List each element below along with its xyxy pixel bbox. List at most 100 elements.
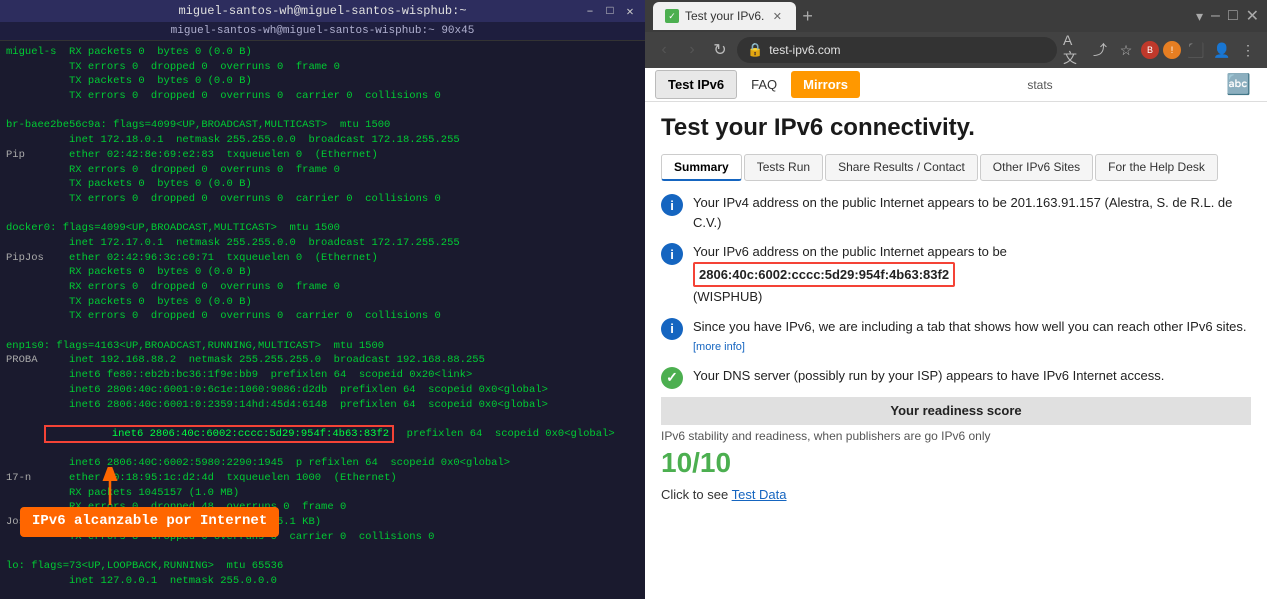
extensions-icon[interactable]: ⬛ bbox=[1185, 39, 1207, 61]
readiness-bar: Your readiness score bbox=[661, 397, 1251, 425]
terminal-line: RX packets 0 bytes 0 (0.0 B) bbox=[6, 265, 639, 280]
address-bar[interactable]: 🔒 test-ipv6.com bbox=[737, 37, 1057, 63]
ipv6-sites-card: i Since you have IPv6, we are including … bbox=[661, 317, 1251, 356]
terminal-line: inet 172.18.0.1 netmask 255.255.0.0 broa… bbox=[6, 133, 639, 148]
site-nav-stats[interactable]: stats bbox=[1019, 74, 1060, 96]
content-tabs: Summary Tests Run Share Results / Contac… bbox=[661, 154, 1251, 181]
page-translate-icon[interactable]: 🔤 bbox=[1220, 74, 1257, 96]
browser-win-area: ▾ – □ ✕ bbox=[1196, 6, 1259, 26]
brave-shield-icon[interactable]: B bbox=[1141, 41, 1159, 59]
terminal-line: TX packets 0 bytes 0 (0.0 B) bbox=[6, 74, 639, 89]
readiness-sub: IPv6 stability and readiness, when publi… bbox=[661, 429, 1251, 443]
terminal-titlebar: miguel-santos-wh@miguel-santos-wisphub:~… bbox=[0, 0, 645, 22]
tab-list-icon[interactable]: ▾ bbox=[1196, 8, 1203, 25]
menu-icon[interactable]: ⋮ bbox=[1237, 39, 1259, 61]
terminal-line: enp1s0: flags=4163<UP,BROADCAST,RUNNING,… bbox=[6, 339, 639, 354]
terminal-panel: miguel-santos-wh@miguel-santos-wisphub:~… bbox=[0, 0, 645, 599]
reload-button[interactable]: ↻ bbox=[709, 39, 731, 61]
more-info-link[interactable]: [more info] bbox=[693, 341, 745, 353]
ipv4-text: Your IPv4 address on the public Internet… bbox=[693, 193, 1251, 232]
browser-title-area: ✓ Test your IPv6. ✕ + bbox=[653, 2, 919, 30]
site-nav: Test IPv6 FAQ Mirrors stats 🔤 bbox=[645, 68, 1267, 102]
window-minimize-btn[interactable]: – bbox=[1211, 7, 1220, 25]
ipv6-sites-text: Since you have IPv6, we are including a … bbox=[693, 317, 1251, 356]
terminal-line: inet 172.17.0.1 netmask 255.255.0.0 broa… bbox=[6, 236, 639, 251]
ipv4-card: i Your IPv4 address on the public Intern… bbox=[661, 193, 1251, 232]
terminal-line: TX errors 0 dropped 0 overruns 0 carrier… bbox=[6, 309, 639, 324]
url-text: test-ipv6.com bbox=[769, 43, 1047, 57]
share-icon[interactable]: ⤴ bbox=[1089, 39, 1111, 61]
site-nav-faq[interactable]: FAQ bbox=[739, 71, 789, 98]
translate-area: 🔤 bbox=[1220, 72, 1257, 97]
tab-tests-run[interactable]: Tests Run bbox=[744, 154, 823, 181]
terminal-line: docker0: flags=4099<UP,BROADCAST,MULTICA… bbox=[6, 221, 639, 236]
terminal-line bbox=[6, 207, 639, 222]
readiness-score: 10/10 bbox=[661, 447, 1251, 479]
info-cards: i Your IPv4 address on the public Intern… bbox=[661, 193, 1251, 389]
terminal-line: TX errors 0 dropped 0 overruns 0 frame 0 bbox=[6, 60, 639, 75]
back-button[interactable]: ‹ bbox=[653, 39, 675, 61]
browser-titlebar: ✓ Test your IPv6. ✕ + ▾ – □ ✕ bbox=[645, 0, 1267, 32]
tab-summary[interactable]: Summary bbox=[661, 154, 742, 181]
tab-close-button[interactable]: ✕ bbox=[770, 9, 784, 23]
terminal-title: miguel-santos-wh@miguel-santos-wisphub:~ bbox=[178, 4, 466, 18]
terminal-line: TX errors 0 dropped 0 overruns 0 carrier… bbox=[6, 192, 639, 207]
terminal-controls: – □ ✕ bbox=[583, 4, 637, 18]
tab-title: Test your IPv6. bbox=[685, 9, 764, 23]
terminal-line: TX errors 8 dropped 0 overruns 0 carrier… bbox=[6, 530, 639, 545]
browser-panel: ✓ Test your IPv6. ✕ + ▾ – □ ✕ ‹ › ↻ 🔒 te… bbox=[645, 0, 1267, 599]
test-data-section: Click to see Test Data bbox=[661, 487, 1251, 502]
terminal-line: miguel-s RX packets 0 bytes 0 (0.0 B) bbox=[6, 45, 639, 60]
terminal-line: PROBA inet 192.168.88.2 netmask 255.255.… bbox=[6, 353, 639, 368]
site-nav-test-ipv6[interactable]: Test IPv6 bbox=[655, 70, 737, 99]
window-restore-btn[interactable]: □ bbox=[1228, 7, 1238, 25]
tab-other-sites[interactable]: Other IPv6 Sites bbox=[980, 154, 1093, 181]
terminal-line: RX errors 0 dropped 48 overruns 0 frame … bbox=[6, 500, 639, 515]
terminal-line: TX packets 0 bytes 0 (0.0 B) bbox=[6, 177, 639, 192]
ipv6-card: i Your IPv6 address on the public Intern… bbox=[661, 242, 1251, 307]
tab-help-desk[interactable]: For the Help Desk bbox=[1095, 154, 1218, 181]
terminal-line: inet6 fe80::eb2b:bc36:1f9e:bb9 prefixlen… bbox=[6, 368, 639, 383]
terminal-line bbox=[6, 104, 639, 119]
ipv6-address: 2806:40c:6002:cccc:5d29:954f:4b63:83f2 bbox=[693, 262, 955, 288]
terminal-minimize[interactable]: – bbox=[583, 4, 597, 18]
terminal-line: inet 127.0.0.1 netmask 255.0.0.0 bbox=[6, 574, 639, 585]
info-icon-blue-3: i bbox=[661, 318, 683, 340]
terminal-line: inet6 2806:40c:6001:0:2359:14hd:45d4:614… bbox=[6, 398, 639, 413]
terminal-highlight-line: inet6 2806:40c:6002:cccc:5d29:954f:4b63:… bbox=[6, 412, 639, 456]
profile-icon[interactable]: 👤 bbox=[1211, 39, 1233, 61]
terminal-subtitle: miguel-santos-wh@miguel-santos-wisphub:~… bbox=[0, 22, 645, 41]
terminal-line: inet6 2806:40C:6002:5980:2290:1945 p ref… bbox=[6, 456, 639, 471]
terminal-close[interactable]: ✕ bbox=[623, 4, 637, 18]
ipv6-text: Your IPv6 address on the public Internet… bbox=[693, 242, 1251, 307]
new-tab-button[interactable]: + bbox=[796, 6, 819, 27]
star-icon[interactable]: ☆ bbox=[1115, 39, 1137, 61]
info-icon-green: ✓ bbox=[661, 367, 683, 389]
terminal-line: Jose TX packets 1853 bytes 305188 (305.1… bbox=[6, 515, 639, 530]
terminal-line: TX packets 0 bytes 0 (0.0 B) bbox=[6, 295, 639, 310]
terminal-line: PipJos ether 02:42:96:3c:c0:71 txqueuele… bbox=[6, 251, 639, 266]
tab-favicon: ✓ bbox=[665, 9, 679, 23]
terminal-line: br-baee2be56c9a: flags=4099<UP,BROADCAST… bbox=[6, 118, 639, 133]
page-heading: Test your IPv6 connectivity. bbox=[661, 114, 1251, 142]
browser-toolbar: ‹ › ↻ 🔒 test-ipv6.com A文 ⤴ ☆ B ! ⬛ 👤 ⋮ bbox=[645, 32, 1267, 68]
terminal-line: RX packets 1045157 (1.0 MB) bbox=[6, 486, 639, 501]
test-data-link[interactable]: Test Data bbox=[732, 487, 787, 502]
terminal-line: 17-n ether 60:18:95:1c:d2:4d txqueuelen … bbox=[6, 471, 639, 486]
window-close-btn[interactable]: ✕ bbox=[1246, 6, 1259, 26]
browser-tab-active[interactable]: ✓ Test your IPv6. ✕ bbox=[653, 2, 796, 30]
warning-icon[interactable]: ! bbox=[1163, 41, 1181, 59]
translate-icon[interactable]: A文 bbox=[1063, 39, 1085, 61]
terminal-maximize[interactable]: □ bbox=[603, 4, 617, 18]
site-nav-mirrors[interactable]: Mirrors bbox=[791, 71, 860, 98]
toolbar-icons: A文 ⤴ ☆ B ! ⬛ 👤 ⋮ bbox=[1063, 39, 1259, 61]
tab-share[interactable]: Share Results / Contact bbox=[825, 154, 978, 181]
terminal-line: lo: flags=73<UP,LOOPBACK,RUNNING> mtu 65… bbox=[6, 559, 639, 574]
terminal-line: RX errors 0 dropped 0 overruns 0 frame 0 bbox=[6, 280, 639, 295]
browser-content: Test IPv6 FAQ Mirrors stats 🔤 Test your … bbox=[645, 68, 1267, 599]
forward-button[interactable]: › bbox=[681, 39, 703, 61]
terminal-line bbox=[6, 544, 639, 559]
terminal-body: miguel-s RX packets 0 bytes 0 (0.0 B) TX… bbox=[0, 41, 645, 585]
dns-card: ✓ Your DNS server (possibly run by your … bbox=[661, 366, 1251, 389]
terminal-line: TX errors 0 dropped 0 overruns 0 carrier… bbox=[6, 89, 639, 104]
